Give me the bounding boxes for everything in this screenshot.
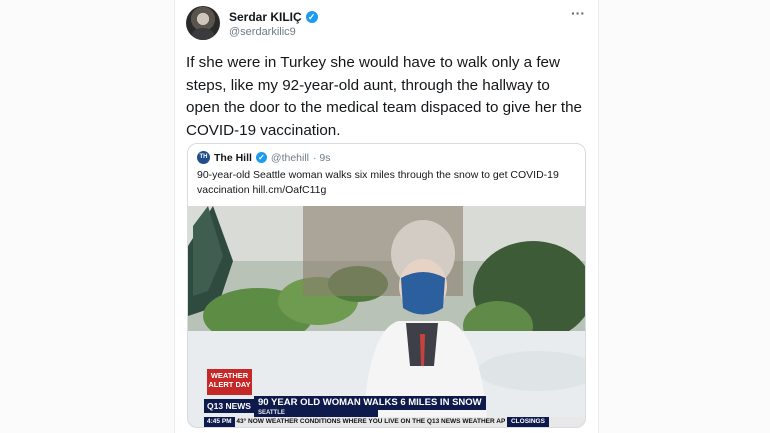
more-options-icon[interactable]: ···	[571, 5, 585, 21]
verified-icon: ✓	[305, 11, 318, 23]
author-name[interactable]: Serdar KILIÇ	[229, 10, 302, 24]
ticker-text: NOW WEATHER CONDITIONS WHERE YOU LIVE ON…	[248, 418, 506, 425]
quoted-tweet-text: 90-year-old Seattle woman walks six mile…	[197, 169, 559, 196]
weather-alert-badge: WEATHER ALERT DAY	[207, 369, 252, 395]
news-location: SEATTLE	[254, 409, 378, 417]
quoted-author-name[interactable]: The Hill	[214, 152, 252, 164]
quoted-tweet-age: · 9s	[313, 151, 331, 164]
quoted-tweet[interactable]: TH The Hill ✓ @thehill · 9s 90-year-old …	[187, 143, 586, 428]
station-logo: Q13 NEWS	[204, 399, 254, 413]
ticker-temp: 43°	[236, 418, 247, 425]
closings-label: CLOSINGS	[506, 417, 549, 427]
verified-icon: ✓	[255, 152, 267, 163]
ticker-time: 4:45 PM	[204, 417, 235, 427]
tweet-header: Serdar KILIÇ ✓	[229, 10, 318, 24]
quoted-tweet-header: TH The Hill ✓ @thehill · 9s	[197, 151, 331, 164]
video-thumbnail[interactable]: WEATHER ALERT DAY Q13 NEWS 90 YEAR OLD W…	[188, 206, 585, 427]
author-handle[interactable]: @serdarkilic9	[229, 26, 296, 38]
tweet-text: If she were in Turkey she would have to …	[186, 54, 582, 139]
quoted-author-handle[interactable]: @thehill	[271, 152, 309, 164]
the-hill-logo-icon: TH	[197, 151, 210, 164]
news-ticker: 4:45 PM 43° NOW WEATHER CONDITIONS WHERE…	[204, 417, 585, 427]
avatar[interactable]	[186, 6, 220, 40]
news-headline: 90 YEAR OLD WOMAN WALKS 6 MILES IN SNOW	[254, 396, 486, 410]
